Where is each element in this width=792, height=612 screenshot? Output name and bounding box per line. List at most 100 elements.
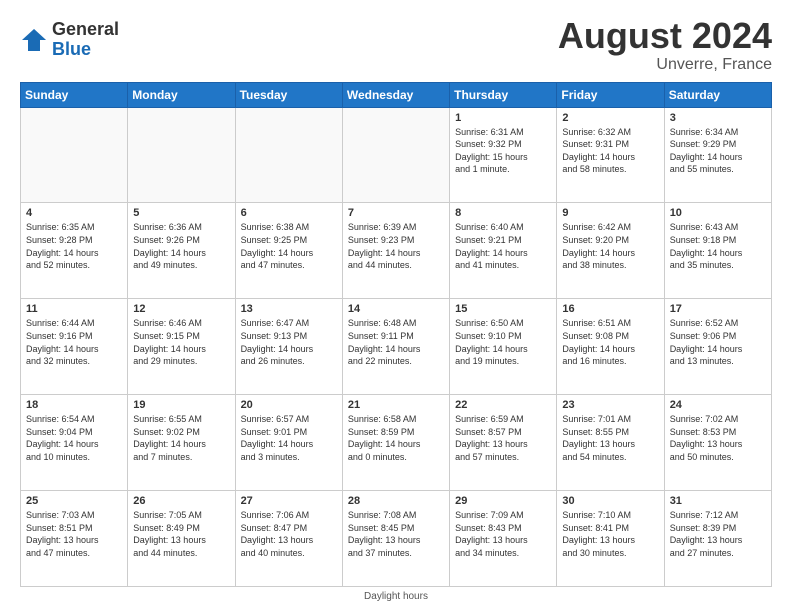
day-number-15: 15 <box>455 303 551 315</box>
day-info-26: Sunrise: 7:05 AM Sunset: 8:49 PM Dayligh… <box>133 509 229 559</box>
calendar-cell-3-2: 20Sunrise: 6:57 AM Sunset: 9:01 PM Dayli… <box>235 395 342 491</box>
day-number-17: 17 <box>670 303 766 315</box>
calendar-cell-1-0: 4 Sunrise: 6:35 AM Sunset: 9:28 PM Daylig… <box>21 203 128 299</box>
day-info-10: Sunrise: 6:43 AM Sunset: 9:18 PM Dayligh… <box>670 221 766 271</box>
day-info-27: Sunrise: 7:06 AM Sunset: 8:47 PM Dayligh… <box>241 509 337 559</box>
logo-icon <box>20 26 48 54</box>
page: General Blue August 2024 Unverre, France… <box>0 0 792 612</box>
day-info-14: Sunrise: 6:48 AM Sunset: 9:11 PM Dayligh… <box>348 317 444 367</box>
day-number-21: 21 <box>348 399 444 411</box>
logo-general-text: General <box>52 20 119 40</box>
calendar-cell-2-6: 17 Sunrise: 6:52 AM Sunset: 9:06 PM Dayli… <box>664 299 771 395</box>
calendar-week-1: 4 Sunrise: 6:35 AM Sunset: 9:28 PM Daylig… <box>21 203 772 299</box>
day-number-20: 20 <box>241 399 337 411</box>
calendar-cell-1-4: 8Sunrise: 6:40 AM Sunset: 9:21 PM Daylig… <box>450 203 557 299</box>
day-number-26: 26 <box>133 495 229 507</box>
day-number-13: 13 <box>241 303 337 315</box>
day-number-7: 7 <box>348 207 444 219</box>
day-number-30: 30 <box>562 495 658 507</box>
calendar-cell-0-5: 2Sunrise: 6:32 AM Sunset: 9:31 PM Daylig… <box>557 107 664 203</box>
calendar-cell-3-5: 23Sunrise: 7:01 AM Sunset: 8:55 PM Dayli… <box>557 395 664 491</box>
day-info-6: Sunrise: 6:38 AM Sunset: 9:25 PM Dayligh… <box>241 221 337 271</box>
day-number-28: 28 <box>348 495 444 507</box>
calendar-week-2: 11Sunrise: 6:44 AM Sunset: 9:16 PM Dayli… <box>21 299 772 395</box>
header-tuesday: Tuesday <box>235 82 342 107</box>
calendar-cell-4-3: 28 Sunrise: 7:08 AM Sunset: 8:45 PM Dayli… <box>342 491 449 587</box>
day-number-12: 12 <box>133 303 229 315</box>
header: General Blue August 2024 Unverre, France <box>20 16 772 74</box>
calendar-cell-3-6: 24 Sunrise: 7:02 AM Sunset: 8:53 PM Dayli… <box>664 395 771 491</box>
calendar-header-row: Sunday Monday Tuesday Wednesday Thursday… <box>21 82 772 107</box>
calendar-cell-4-6: 31 Sunrise: 7:12 AM Sunset: 8:39 PM Dayli… <box>664 491 771 587</box>
day-info-23: Sunrise: 7:01 AM Sunset: 8:55 PM Dayligh… <box>562 413 658 463</box>
calendar-week-3: 18 Sunrise: 6:54 AM Sunset: 9:04 PM Dayli… <box>21 395 772 491</box>
header-saturday: Saturday <box>664 82 771 107</box>
day-number-19: 19 <box>133 399 229 411</box>
day-info-5: Sunrise: 6:36 AM Sunset: 9:26 PM Dayligh… <box>133 221 229 271</box>
day-info-24: Sunrise: 7:02 AM Sunset: 8:53 PM Dayligh… <box>670 413 766 463</box>
day-info-16: Sunrise: 6:51 AM Sunset: 9:08 PM Dayligh… <box>562 317 658 367</box>
day-info-17: Sunrise: 6:52 AM Sunset: 9:06 PM Dayligh… <box>670 317 766 367</box>
day-info-15: Sunrise: 6:50 AM Sunset: 9:10 PM Dayligh… <box>455 317 551 367</box>
logo: General Blue <box>20 20 119 60</box>
calendar-cell-4-0: 25 Sunrise: 7:03 AM Sunset: 8:51 PM Dayli… <box>21 491 128 587</box>
calendar-cell-1-3: 7Sunrise: 6:39 AM Sunset: 9:23 PM Daylig… <box>342 203 449 299</box>
day-number-31: 31 <box>670 495 766 507</box>
calendar-cell-0-1 <box>128 107 235 203</box>
header-monday: Monday <box>128 82 235 107</box>
header-friday: Friday <box>557 82 664 107</box>
calendar-cell-3-0: 18 Sunrise: 6:54 AM Sunset: 9:04 PM Dayli… <box>21 395 128 491</box>
day-number-6: 6 <box>241 207 337 219</box>
calendar-cell-3-4: 22 Sunrise: 6:59 AM Sunset: 8:57 PM Dayli… <box>450 395 557 491</box>
day-number-29: 29 <box>455 495 551 507</box>
day-info-8: Sunrise: 6:40 AM Sunset: 9:21 PM Dayligh… <box>455 221 551 271</box>
day-number-22: 22 <box>455 399 551 411</box>
day-number-18: 18 <box>26 399 122 411</box>
calendar-cell-1-2: 6 Sunrise: 6:38 AM Sunset: 9:25 PM Daylig… <box>235 203 342 299</box>
month-title: August 2024 <box>558 16 772 56</box>
header-sunday: Sunday <box>21 82 128 107</box>
calendar-cell-4-1: 26 Sunrise: 7:05 AM Sunset: 8:49 PM Dayli… <box>128 491 235 587</box>
day-info-3: Sunrise: 6:34 AM Sunset: 9:29 PM Dayligh… <box>670 126 766 176</box>
day-info-21: Sunrise: 6:58 AM Sunset: 8:59 PM Dayligh… <box>348 413 444 463</box>
day-number-1: 1 <box>455 112 551 124</box>
footer-note: Daylight hours <box>20 591 772 602</box>
calendar-cell-1-6: 10Sunrise: 6:43 AM Sunset: 9:18 PM Dayli… <box>664 203 771 299</box>
day-number-16: 16 <box>562 303 658 315</box>
day-info-13: Sunrise: 6:47 AM Sunset: 9:13 PM Dayligh… <box>241 317 337 367</box>
day-info-22: Sunrise: 6:59 AM Sunset: 8:57 PM Dayligh… <box>455 413 551 463</box>
calendar-cell-2-2: 13 Sunrise: 6:47 AM Sunset: 9:13 PM Dayli… <box>235 299 342 395</box>
day-info-25: Sunrise: 7:03 AM Sunset: 8:51 PM Dayligh… <box>26 509 122 559</box>
day-number-4: 4 <box>26 207 122 219</box>
day-info-31: Sunrise: 7:12 AM Sunset: 8:39 PM Dayligh… <box>670 509 766 559</box>
calendar-cell-0-6: 3 Sunrise: 6:34 AM Sunset: 9:29 PM Daylig… <box>664 107 771 203</box>
calendar-cell-1-5: 9 Sunrise: 6:42 AM Sunset: 9:20 PM Daylig… <box>557 203 664 299</box>
day-info-2: Sunrise: 6:32 AM Sunset: 9:31 PM Dayligh… <box>562 126 658 176</box>
day-number-11: 11 <box>26 303 122 315</box>
calendar-cell-4-5: 30 Sunrise: 7:10 AM Sunset: 8:41 PM Dayli… <box>557 491 664 587</box>
day-info-30: Sunrise: 7:10 AM Sunset: 8:41 PM Dayligh… <box>562 509 658 559</box>
day-number-5: 5 <box>133 207 229 219</box>
day-info-12: Sunrise: 6:46 AM Sunset: 9:15 PM Dayligh… <box>133 317 229 367</box>
day-number-3: 3 <box>670 112 766 124</box>
day-info-1: Sunrise: 6:31 AM Sunset: 9:32 PM Dayligh… <box>455 126 551 176</box>
calendar-cell-3-3: 21 Sunrise: 6:58 AM Sunset: 8:59 PM Dayli… <box>342 395 449 491</box>
title-block: August 2024 Unverre, France <box>558 16 772 74</box>
day-number-27: 27 <box>241 495 337 507</box>
day-info-4: Sunrise: 6:35 AM Sunset: 9:28 PM Dayligh… <box>26 221 122 271</box>
header-wednesday: Wednesday <box>342 82 449 107</box>
day-number-25: 25 <box>26 495 122 507</box>
calendar-cell-2-3: 14 Sunrise: 6:48 AM Sunset: 9:11 PM Dayli… <box>342 299 449 395</box>
day-info-18: Sunrise: 6:54 AM Sunset: 9:04 PM Dayligh… <box>26 413 122 463</box>
day-number-24: 24 <box>670 399 766 411</box>
day-info-28: Sunrise: 7:08 AM Sunset: 8:45 PM Dayligh… <box>348 509 444 559</box>
day-number-14: 14 <box>348 303 444 315</box>
calendar-table: Sunday Monday Tuesday Wednesday Thursday… <box>20 82 772 587</box>
calendar-week-4: 25 Sunrise: 7:03 AM Sunset: 8:51 PM Dayli… <box>21 491 772 587</box>
day-info-9: Sunrise: 6:42 AM Sunset: 9:20 PM Dayligh… <box>562 221 658 271</box>
calendar-cell-0-4: 1 Sunrise: 6:31 AM Sunset: 9:32 PM Daylig… <box>450 107 557 203</box>
day-number-9: 9 <box>562 207 658 219</box>
calendar-week-0: 1 Sunrise: 6:31 AM Sunset: 9:32 PM Daylig… <box>21 107 772 203</box>
day-info-19: Sunrise: 6:55 AM Sunset: 9:02 PM Dayligh… <box>133 413 229 463</box>
day-info-29: Sunrise: 7:09 AM Sunset: 8:43 PM Dayligh… <box>455 509 551 559</box>
